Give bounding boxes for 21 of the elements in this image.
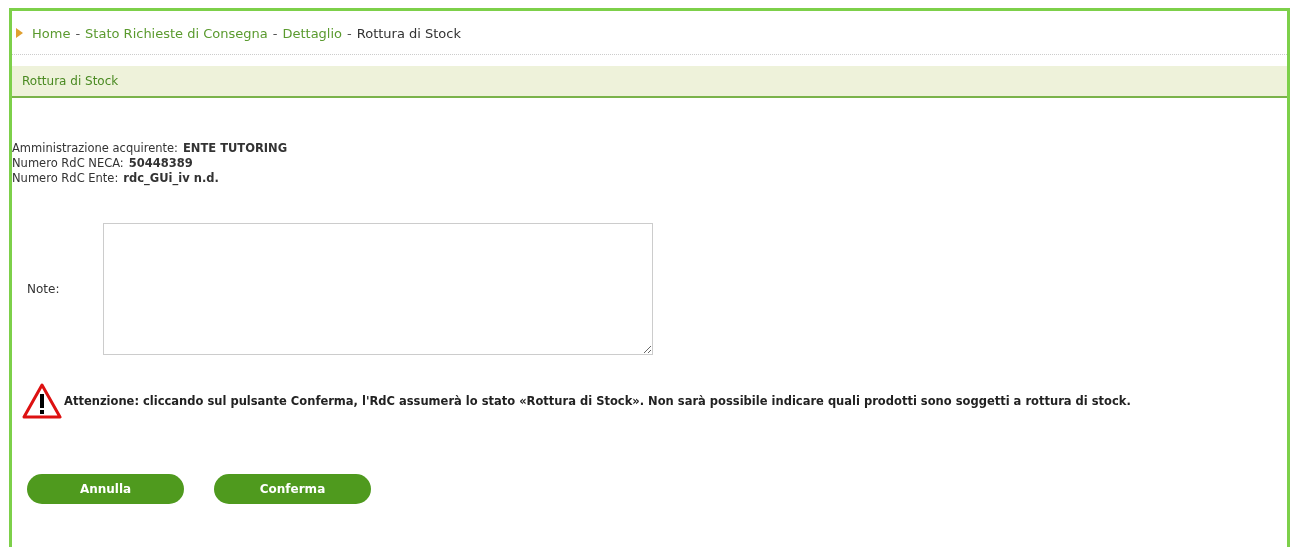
note-label: Note: xyxy=(27,282,61,296)
warning-text: Attenzione: cliccando sul pulsante Conferma, l'RdC assumerà lo stato «Rottura di Stock». Non sarà possibile indicare quali prodotti sono soggetti a rottura di stock. xyxy=(64,394,1131,408)
note-field[interactable] xyxy=(103,223,653,355)
breadcrumb-separator: - xyxy=(75,25,81,41)
info-value: rdc_GUi_iv n.d. xyxy=(123,171,219,185)
action-button[interactable]: Annulla xyxy=(27,474,184,504)
section-title: Rottura di Stock xyxy=(22,74,119,88)
warning-icon xyxy=(22,383,62,419)
breadcrumb-separator: - xyxy=(272,25,278,41)
breadcrumb-current: Rottura di Stock xyxy=(356,25,461,41)
breadcrumb-link[interactable]: Home xyxy=(32,25,71,41)
action-button[interactable]: Conferma xyxy=(214,474,371,504)
info-value: ENTE TUTORING xyxy=(182,141,288,155)
info-label: Amministrazione acquirente: xyxy=(12,141,178,155)
breadcrumb-separator: - xyxy=(347,25,352,41)
info-label: Numero RdC NECA: xyxy=(12,156,124,170)
breadcrumb-link[interactable]: Stato Richieste di Consegna xyxy=(85,25,268,41)
breadcrumb-link[interactable]: Dettaglio xyxy=(282,25,343,41)
info-label: Numero RdC Ente: xyxy=(12,171,119,185)
info-value: 50448389 xyxy=(128,156,193,170)
arrow-icon xyxy=(16,28,23,38)
